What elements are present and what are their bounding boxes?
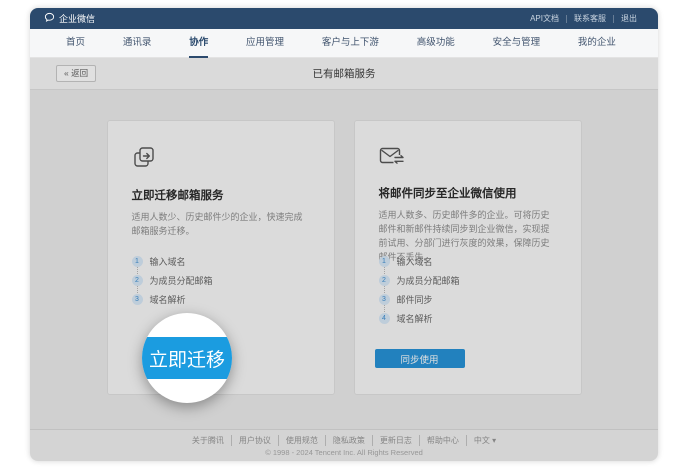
migrate-icon bbox=[132, 145, 310, 174]
step-number: 3 bbox=[379, 294, 390, 305]
footer-link-agreement[interactable]: 用户协议 bbox=[232, 435, 279, 446]
chat-bubble-logo-icon bbox=[44, 12, 55, 25]
sync-use-button[interactable]: 同步使用 bbox=[375, 349, 465, 368]
app-window: 企业微信 API文档 联系客服 退出 首页 通讯录 协作 应用管理 客户与上下游… bbox=[30, 8, 658, 461]
nav-item-home[interactable]: 首页 bbox=[66, 29, 85, 58]
wecom-logo[interactable]: 企业微信 bbox=[44, 12, 95, 25]
step-label: 为成员分配邮箱 bbox=[397, 274, 460, 287]
step-row: 3 邮件同步 bbox=[379, 293, 460, 305]
step-number: 2 bbox=[379, 275, 390, 286]
step-label: 输入域名 bbox=[150, 255, 186, 268]
mail-sync-icon bbox=[379, 145, 557, 172]
main-nav: 首页 通讯录 协作 应用管理 客户与上下游 高级功能 安全与管理 我的企业 bbox=[30, 29, 658, 58]
step-row: 1 输入域名 bbox=[379, 255, 460, 267]
copyright: © 1998 - 2024 Tencent Inc. All Rights Re… bbox=[265, 448, 423, 457]
content-area: « 返回 已有邮箱服务 立即迁移邮箱服务 bbox=[30, 58, 658, 461]
api-docs-link[interactable]: API文档 bbox=[523, 13, 566, 24]
migrate-steps: 1 输入域名 2 为成员分配邮箱 3 域名解析 bbox=[132, 255, 213, 305]
footer: 关于腾讯 用户协议 使用规范 隐私政策 更新日志 帮助中心 中文 ▾ © 199… bbox=[30, 429, 658, 461]
footer-link-usage[interactable]: 使用规范 bbox=[279, 435, 326, 446]
step-number: 2 bbox=[132, 275, 143, 286]
footer-links: 关于腾讯 用户协议 使用规范 隐私政策 更新日志 帮助中心 中文 ▾ bbox=[185, 435, 503, 446]
step-label: 为成员分配邮箱 bbox=[150, 274, 213, 287]
language-label: 中文 bbox=[474, 436, 490, 445]
step-label: 输入域名 bbox=[397, 255, 433, 268]
card-description: 适用人数少、历史邮件少的企业，快速完成邮箱服务迁移。 bbox=[132, 211, 310, 239]
migrate-now-button[interactable]: 立即迁移 bbox=[142, 337, 232, 379]
step-row: 3 域名解析 bbox=[132, 293, 213, 305]
step-number: 1 bbox=[132, 256, 143, 267]
logo-text: 企业微信 bbox=[59, 12, 95, 25]
footer-link-help[interactable]: 帮助中心 bbox=[420, 435, 467, 446]
step-label: 邮件同步 bbox=[397, 293, 433, 306]
spotlight-circle: 立即迁移 bbox=[142, 313, 232, 403]
step-number: 1 bbox=[379, 256, 390, 267]
step-number: 3 bbox=[132, 294, 143, 305]
back-chevrons-icon: « bbox=[64, 68, 69, 78]
step-label: 域名解析 bbox=[150, 293, 186, 306]
nav-item-security[interactable]: 安全与管理 bbox=[493, 29, 541, 58]
contact-support-link[interactable]: 联系客服 bbox=[567, 13, 613, 24]
footer-link-changelog[interactable]: 更新日志 bbox=[373, 435, 420, 446]
main-panel: 立即迁移邮箱服务 适用人数少、历史邮件少的企业，快速完成邮箱服务迁移。 1 输入… bbox=[30, 90, 658, 429]
logout-link[interactable]: 退出 bbox=[614, 13, 644, 24]
nav-item-app-management[interactable]: 应用管理 bbox=[246, 29, 284, 58]
step-row: 1 输入域名 bbox=[132, 255, 213, 267]
topbar: 企业微信 API文档 联系客服 退出 bbox=[30, 8, 658, 29]
sync-steps: 1 输入域名 2 为成员分配邮箱 3 邮件同步 bbox=[379, 255, 460, 324]
back-button[interactable]: « 返回 bbox=[56, 65, 96, 82]
caret-down-icon: ▾ bbox=[492, 436, 496, 445]
step-row: 2 为成员分配邮箱 bbox=[379, 274, 460, 286]
nav-item-my-company[interactable]: 我的企业 bbox=[578, 29, 616, 58]
card-sync-mail: 将邮件同步至企业微信使用 适用人数多、历史邮件多的企业。可将历史邮件和新邮件持续… bbox=[354, 120, 582, 395]
nav-item-contacts[interactable]: 通讯录 bbox=[123, 29, 152, 58]
nav-item-customers[interactable]: 客户与上下游 bbox=[322, 29, 379, 58]
footer-link-about[interactable]: 关于腾讯 bbox=[185, 435, 232, 446]
back-label: 返回 bbox=[71, 68, 88, 78]
step-row: 4 域名解析 bbox=[379, 312, 460, 324]
option-cards: 立即迁移邮箱服务 适用人数少、历史邮件少的企业，快速完成邮箱服务迁移。 1 输入… bbox=[30, 90, 658, 395]
step-label: 域名解析 bbox=[397, 312, 433, 325]
step-row: 2 为成员分配邮箱 bbox=[132, 274, 213, 286]
step-number: 4 bbox=[379, 313, 390, 324]
nav-item-advanced[interactable]: 高级功能 bbox=[417, 29, 455, 58]
footer-link-privacy[interactable]: 隐私政策 bbox=[326, 435, 373, 446]
topbar-links: API文档 联系客服 退出 bbox=[523, 13, 644, 24]
screenshot-stage: 企业微信 API文档 联系客服 退出 首页 通讯录 协作 应用管理 客户与上下游… bbox=[0, 0, 688, 469]
nav-item-collaboration[interactable]: 协作 bbox=[189, 29, 208, 58]
card-title: 将邮件同步至企业微信使用 bbox=[379, 185, 557, 201]
language-selector[interactable]: 中文 ▾ bbox=[467, 435, 503, 446]
card-title: 立即迁移邮箱服务 bbox=[132, 187, 310, 203]
page-titlebar: « 返回 已有邮箱服务 bbox=[30, 58, 658, 90]
page-title: 已有邮箱服务 bbox=[30, 58, 658, 90]
